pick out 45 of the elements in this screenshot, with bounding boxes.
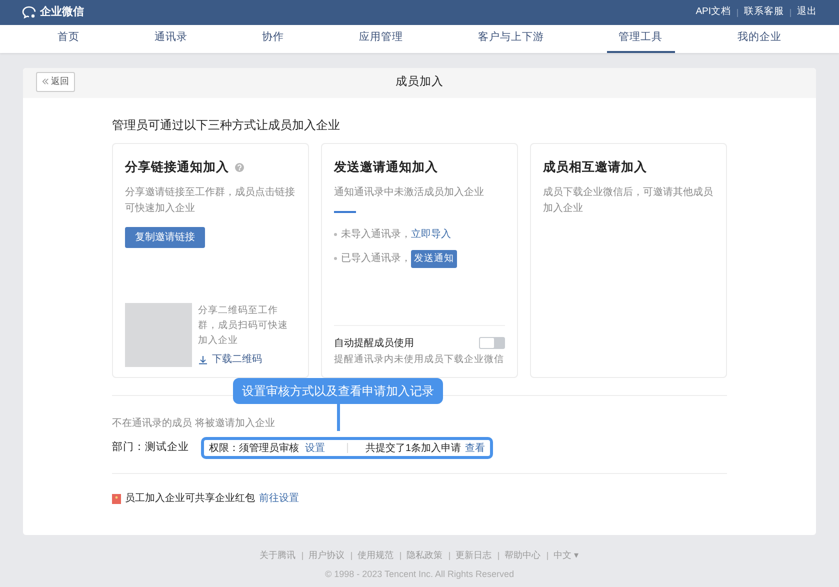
nav-tab[interactable]: 首页	[45, 25, 92, 53]
toggle-switch[interactable]	[479, 337, 505, 350]
info-text: 不在通讯录的成员 将被邀请加入企业	[112, 416, 276, 431]
envelope-icon	[112, 494, 121, 504]
nav-tab[interactable]: 客户与上下游	[466, 25, 556, 53]
download-icon	[198, 354, 208, 364]
card-description: 成员下载企业微信后，可邀请其他成员加入企业	[543, 186, 714, 216]
card-title: 分享链接通知加入	[125, 159, 229, 176]
settings-link[interactable]: 设置	[305, 440, 325, 456]
card-description: 分享邀请链接至工作群，成员点击链接可快速加入企业	[125, 186, 296, 216]
help-icon[interactable]	[235, 162, 244, 172]
top-link[interactable]: 退出	[797, 5, 817, 20]
intro-text: 管理员可通过以下三种方式让成员加入企业	[112, 117, 341, 134]
toggle-description: 提醒通讯录内未使用成员下载企业微信	[334, 352, 505, 367]
status-text: 未导入通讯录，	[341, 228, 411, 242]
nav-tab[interactable]: 协作	[250, 25, 296, 53]
nav-tab[interactable]: 通讯录	[142, 25, 200, 53]
back-button[interactable]: 返回	[36, 72, 75, 92]
go-settings-link[interactable]: 前往设置	[259, 491, 299, 506]
copyright-text: © 1998 - 2023 Tencent Inc. All Rights Reserved	[324, 568, 516, 581]
send-notice-button[interactable]: 发送通知	[411, 250, 457, 268]
nav-tab[interactable]: 我的企业	[725, 25, 794, 53]
copy-link-button[interactable]: 复制邀请链接	[125, 226, 205, 248]
permission-text: 权限：须管理员审核	[209, 442, 299, 456]
double-chevron-icon	[42, 78, 49, 86]
nav-tab[interactable]: 应用管理	[346, 25, 415, 53]
download-qr-link[interactable]: 下载二维码	[198, 352, 296, 367]
toggle-label: 自动提醒成员使用	[334, 336, 414, 351]
logo-text: 企业微信	[40, 4, 84, 20]
import-link[interactable]: 立即导入	[411, 226, 451, 242]
top-link[interactable]: API文档	[696, 5, 731, 20]
view-link[interactable]: 查看	[465, 440, 485, 456]
qr-code-placeholder	[125, 303, 192, 367]
department-text: 部门：测试企业	[112, 440, 190, 456]
chat-bubble-icon	[22, 6, 37, 19]
qr-description: 分享二维码至工作群，成员扫码可快速加入企业	[198, 304, 289, 348]
panel-title: 成员加入	[396, 74, 444, 90]
top-link[interactable]: 联系客服	[744, 5, 784, 20]
card-title: 发送邀请通知加入	[334, 159, 438, 176]
share-bonus-text: 员工加入企业可共享企业红包	[125, 492, 255, 506]
nav-tab[interactable]: 管理工具	[606, 25, 675, 53]
status-text: 已导入通讯录，	[341, 252, 411, 266]
application-count: 共提交了1条加入申请	[365, 442, 461, 456]
card-description: 通知通讯录中未激活成员加入企业	[334, 186, 485, 200]
card-title: 成员相互邀请加入	[543, 159, 647, 176]
